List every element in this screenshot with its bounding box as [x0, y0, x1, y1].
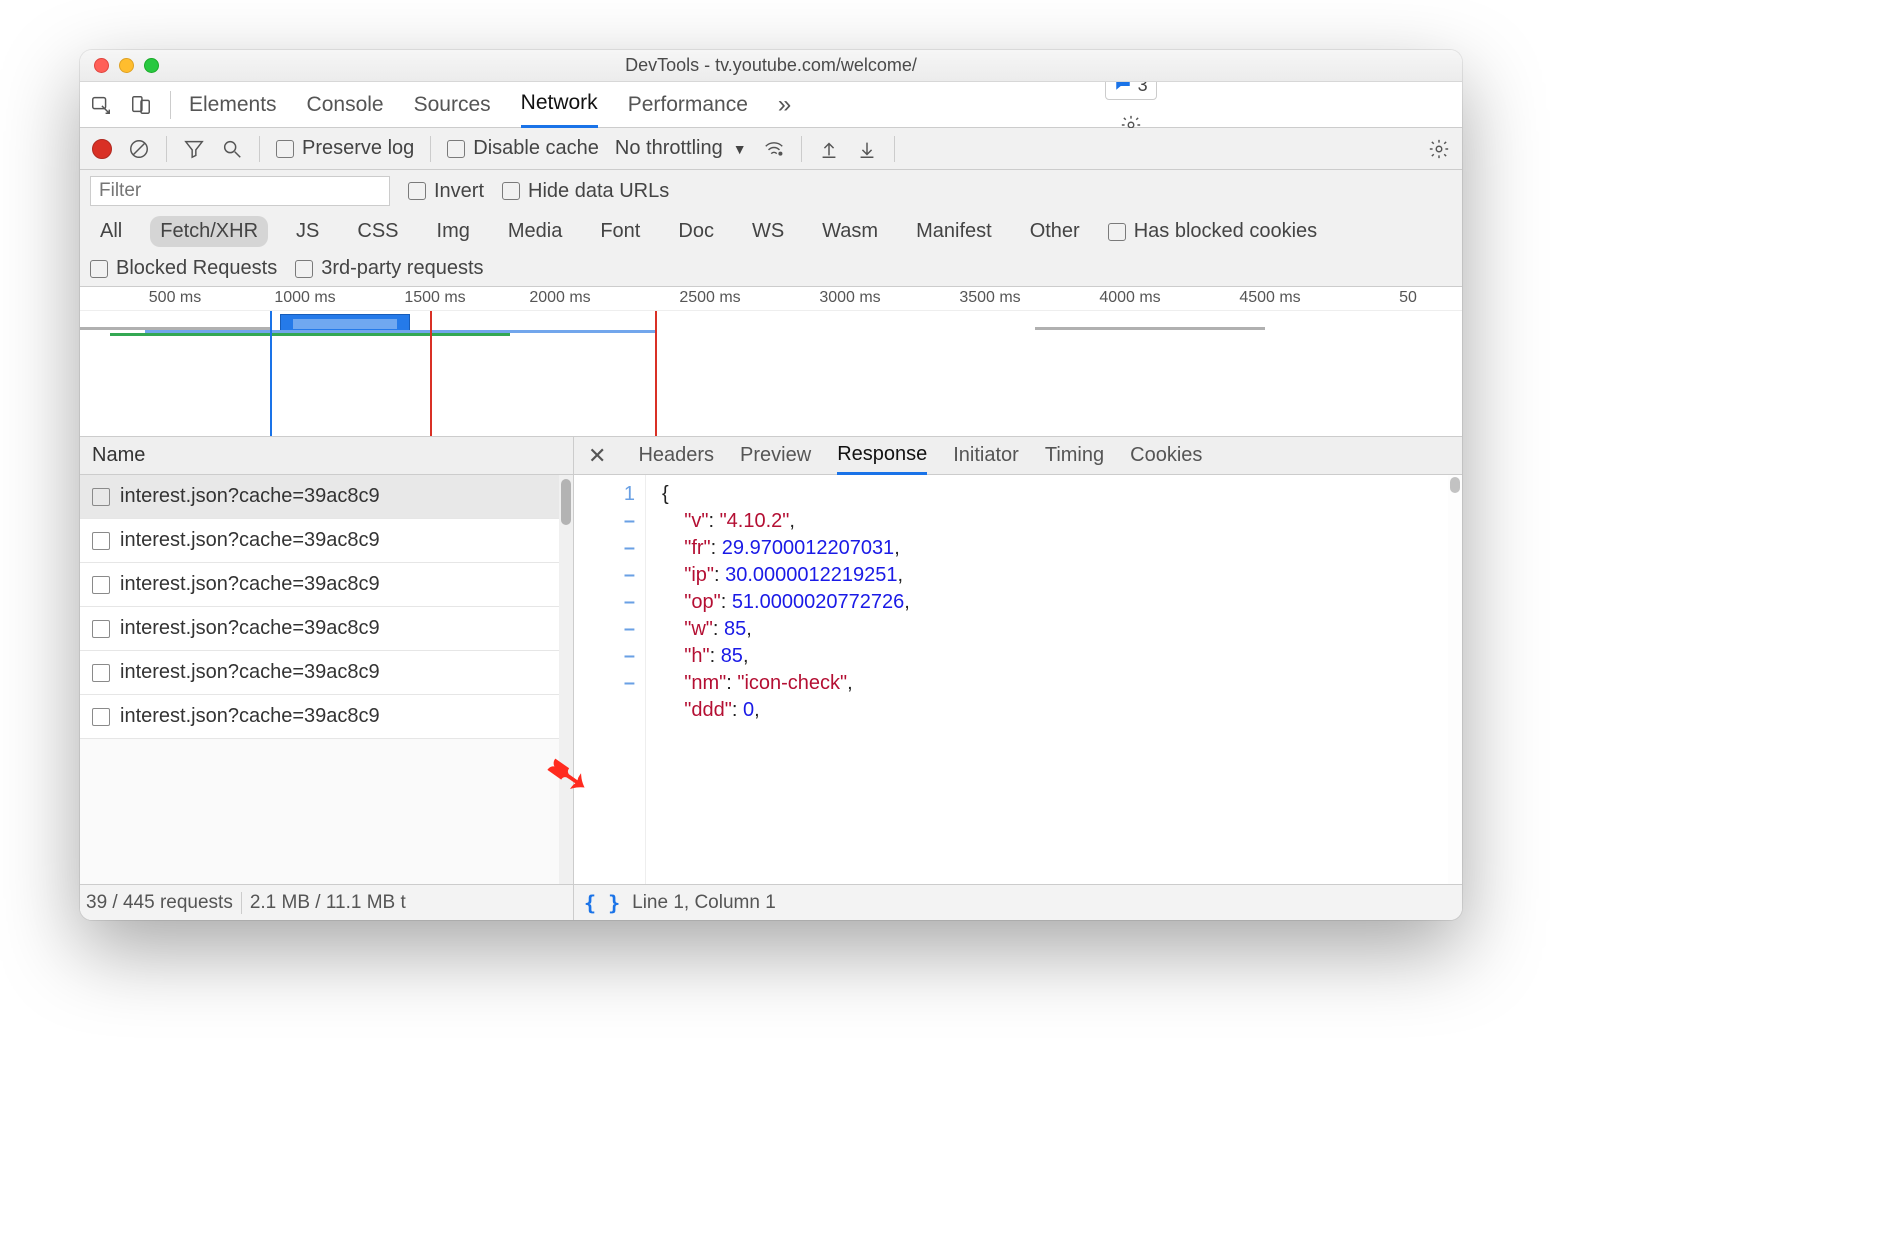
has-blocked-cookies-checkbox[interactable]: Has blocked cookies: [1108, 220, 1317, 243]
tab-console[interactable]: Console: [307, 82, 384, 128]
file-icon: [92, 576, 110, 594]
detail-tab-timing[interactable]: Timing: [1045, 437, 1104, 475]
disable-cache-checkbox[interactable]: Disable cache: [447, 137, 599, 160]
request-row[interactable]: interest.json?cache=39ac8c9: [80, 607, 573, 651]
tab-network[interactable]: Network: [521, 82, 598, 128]
devtools-window: DevTools - tv.youtube.com/welcome/ Eleme…: [80, 50, 1462, 920]
request-row[interactable]: interest.json?cache=39ac8c9: [80, 695, 573, 739]
titlebar: DevTools - tv.youtube.com/welcome/: [80, 50, 1462, 82]
file-icon: [92, 532, 110, 550]
filter-type-all[interactable]: All: [90, 216, 132, 247]
window-title: DevTools - tv.youtube.com/welcome/: [80, 55, 1462, 76]
request-list-header[interactable]: Name: [80, 437, 573, 475]
filter-type-other[interactable]: Other: [1020, 216, 1090, 247]
file-icon: [92, 488, 110, 506]
close-detail-icon[interactable]: ✕: [582, 443, 612, 469]
request-list: interest.json?cache=39ac8c9 interest.jso…: [80, 475, 573, 884]
filter-type-media[interactable]: Media: [498, 216, 572, 247]
network-conditions-icon[interactable]: [763, 138, 785, 160]
detail-tab-preview[interactable]: Preview: [740, 437, 811, 475]
response-body[interactable]: 1 – – – – – – – { "v": "4.10.2", "fr": 2…: [574, 475, 1462, 884]
pretty-print-button[interactable]: { }: [584, 891, 620, 915]
request-row[interactable]: interest.json?cache=39ac8c9: [80, 563, 573, 607]
scrollbar[interactable]: [559, 475, 573, 884]
detail-tab-cookies[interactable]: Cookies: [1130, 437, 1202, 475]
file-icon: [92, 708, 110, 726]
filter-type-wasm[interactable]: Wasm: [812, 216, 888, 247]
download-har-icon[interactable]: [856, 138, 878, 160]
filter-type-img[interactable]: Img: [427, 216, 480, 247]
line-gutter: 1 – – – – – – –: [574, 475, 646, 884]
network-toolbar: Preserve log Disable cache No throttling…: [80, 128, 1462, 170]
filter-input[interactable]: [90, 176, 390, 206]
record-button[interactable]: [92, 139, 112, 159]
filter-type-fetch-xhr[interactable]: Fetch/XHR: [150, 216, 268, 247]
request-row[interactable]: interest.json?cache=39ac8c9: [80, 519, 573, 563]
response-source: { "v": "4.10.2", "fr": 29.9700012207031,…: [646, 475, 910, 884]
throttling-select[interactable]: No throttling ▼: [615, 137, 747, 160]
tab-elements[interactable]: Elements: [189, 82, 277, 128]
network-overview[interactable]: 500 ms 1000 ms 1500 ms 2000 ms 2500 ms 3…: [80, 287, 1462, 437]
main-tabs: Elements Console Sources Network Perform…: [189, 82, 791, 128]
detail-tab-headers[interactable]: Headers: [638, 437, 714, 475]
transfer-size: 2.1 MB / 11.1 MB t: [250, 892, 406, 914]
file-icon: [92, 664, 110, 682]
filter-type-ws[interactable]: WS: [742, 216, 794, 247]
filter-type-manifest[interactable]: Manifest: [906, 216, 1002, 247]
request-row[interactable]: interest.json?cache=39ac8c9: [80, 475, 573, 519]
request-list-footer: 39 / 445 requests 2.1 MB / 11.1 MB t: [80, 884, 573, 920]
network-settings-icon[interactable]: [1428, 138, 1450, 160]
tab-performance[interactable]: Performance: [628, 82, 748, 128]
filter-type-doc[interactable]: Doc: [668, 216, 724, 247]
detail-tab-bar: ✕ Headers Preview Response Initiator Tim…: [574, 437, 1462, 475]
upload-har-icon[interactable]: [818, 138, 840, 160]
detail-tab-initiator[interactable]: Initiator: [953, 437, 1019, 475]
request-counts: 39 / 445 requests: [86, 892, 233, 914]
search-icon[interactable]: [221, 138, 243, 160]
filter-icon[interactable]: [183, 138, 205, 160]
third-party-checkbox[interactable]: 3rd-party requests: [295, 257, 483, 280]
network-filter-bar: Invert Hide data URLs All Fetch/XHR JS C…: [80, 170, 1462, 287]
request-detail-pane: ✕ Headers Preview Response Initiator Tim…: [574, 437, 1462, 920]
filter-type-js[interactable]: JS: [286, 216, 329, 247]
chevron-down-icon: ▼: [733, 141, 747, 157]
filter-type-css[interactable]: CSS: [347, 216, 408, 247]
main-tab-bar: Elements Console Sources Network Perform…: [80, 82, 1462, 128]
detail-tab-response[interactable]: Response: [837, 437, 927, 475]
detail-footer: { } Line 1, Column 1: [574, 884, 1462, 920]
timeline-ticks: 500 ms 1000 ms 1500 ms 2000 ms 2500 ms 3…: [80, 287, 1462, 311]
request-list-pane: Name interest.json?cache=39ac8c9 interes…: [80, 437, 574, 920]
tab-sources[interactable]: Sources: [414, 82, 491, 128]
request-row[interactable]: interest.json?cache=39ac8c9: [80, 651, 573, 695]
more-tabs-icon[interactable]: »: [778, 91, 791, 119]
file-icon: [92, 620, 110, 638]
blocked-requests-checkbox[interactable]: Blocked Requests: [90, 257, 277, 280]
clear-icon[interactable]: [128, 138, 150, 160]
network-split-pane: Name interest.json?cache=39ac8c9 interes…: [80, 437, 1462, 920]
cursor-position: Line 1, Column 1: [632, 892, 776, 914]
scrollbar[interactable]: [1448, 475, 1462, 884]
device-toggle-icon[interactable]: [130, 94, 152, 116]
preserve-log-checkbox[interactable]: Preserve log: [276, 137, 414, 160]
inspect-icon[interactable]: [90, 94, 112, 116]
hide-data-urls-checkbox[interactable]: Hide data URLs: [502, 180, 669, 203]
invert-checkbox[interactable]: Invert: [408, 180, 484, 203]
filter-type-font[interactable]: Font: [590, 216, 650, 247]
